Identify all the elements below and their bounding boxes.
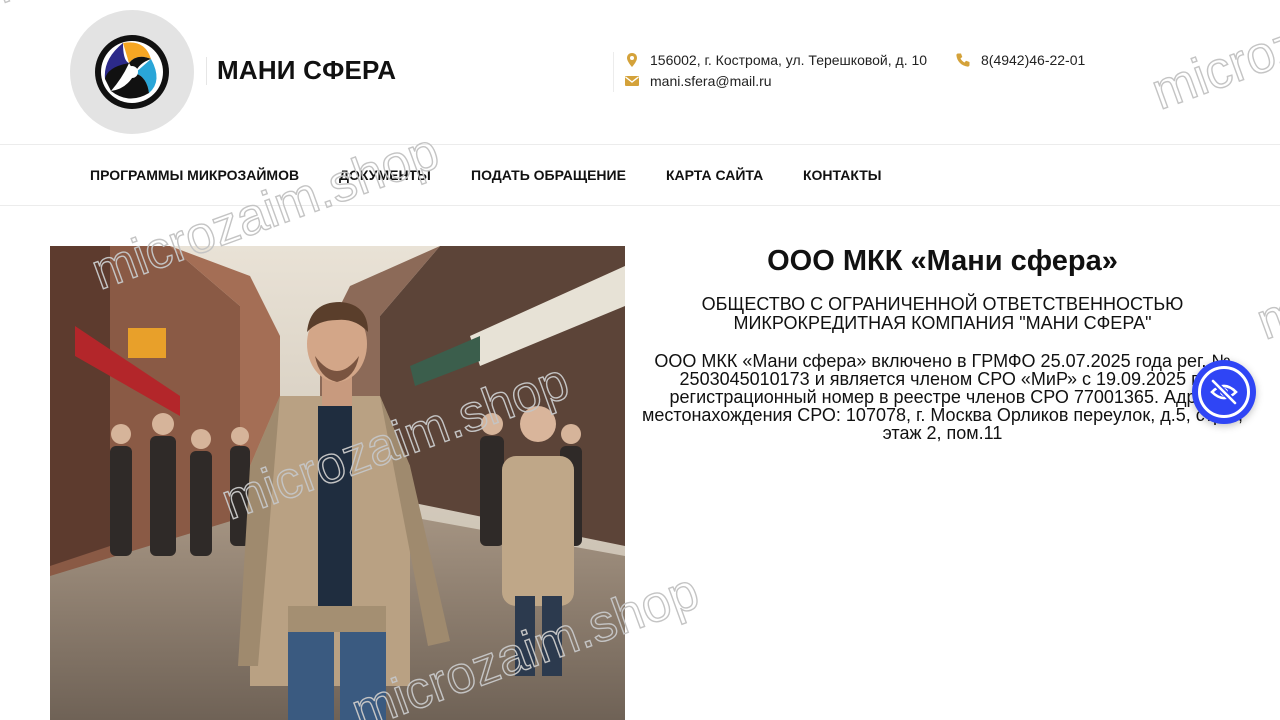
- company-title: ООО МКК «Мани сфера»: [767, 245, 1118, 277]
- contact-divider: [613, 52, 614, 92]
- contact-phone[interactable]: 8(4942)46-22-01: [955, 52, 1085, 68]
- brand-divider: [206, 57, 207, 85]
- phone-icon: [956, 53, 970, 67]
- contact-address: 156002, г. Кострома, ул. Терешковой, д. …: [624, 52, 927, 68]
- envelope-icon: [625, 76, 639, 86]
- eye-off-icon: [1210, 378, 1238, 406]
- address-text: 156002, г. Кострома, ул. Терешковой, д. …: [650, 52, 928, 68]
- company-info: ООО МКК «Мани сфера» ОБЩЕСТВО С ОГРАНИЧЕ…: [640, 244, 1245, 442]
- nav-item-microloan-programs[interactable]: ПРОГРАММЫ МИКРОЗАЙМОВ: [90, 167, 299, 183]
- company-registration-text: ООО МКК «Мани сфера» включено в ГРМФО 25…: [642, 351, 1243, 443]
- site-header: МАНИ СФЕРА 156002, г. Кострома, ул. Тере…: [0, 0, 1280, 144]
- map-pin-icon: [627, 53, 637, 67]
- contact-email[interactable]: mani.sfera@mail.ru: [624, 73, 772, 89]
- company-legal-name: ОБЩЕСТВО С ОГРАНИЧЕННОЙ ОТВЕТСТВЕННОСТЬЮ…: [701, 294, 1184, 333]
- brand-name[interactable]: МАНИ СФЕРА: [217, 55, 396, 86]
- tri-blade-logo-icon: [95, 35, 169, 109]
- email-link[interactable]: mani.sfera@mail.ru: [650, 73, 772, 89]
- nav-item-sitemap[interactable]: КАРТА САЙТА: [666, 167, 763, 183]
- main-nav: ПРОГРАММЫ МИКРОЗАЙМОВ ДОКУМЕНТЫ ПОДАТЬ О…: [0, 144, 1280, 206]
- hero-photo: [50, 246, 625, 720]
- street-portrait-photo-icon: [50, 246, 625, 720]
- phone-link[interactable]: 8(4942)46-22-01: [981, 52, 1085, 68]
- site-logo[interactable]: [70, 10, 194, 134]
- accessibility-button[interactable]: [1192, 360, 1256, 424]
- nav-item-submit-appeal[interactable]: ПОДАТЬ ОБРАЩЕНИЕ: [471, 167, 626, 183]
- nav-item-documents[interactable]: ДОКУМЕНТЫ: [339, 167, 431, 183]
- nav-item-contacts[interactable]: КОНТАКТЫ: [803, 167, 881, 183]
